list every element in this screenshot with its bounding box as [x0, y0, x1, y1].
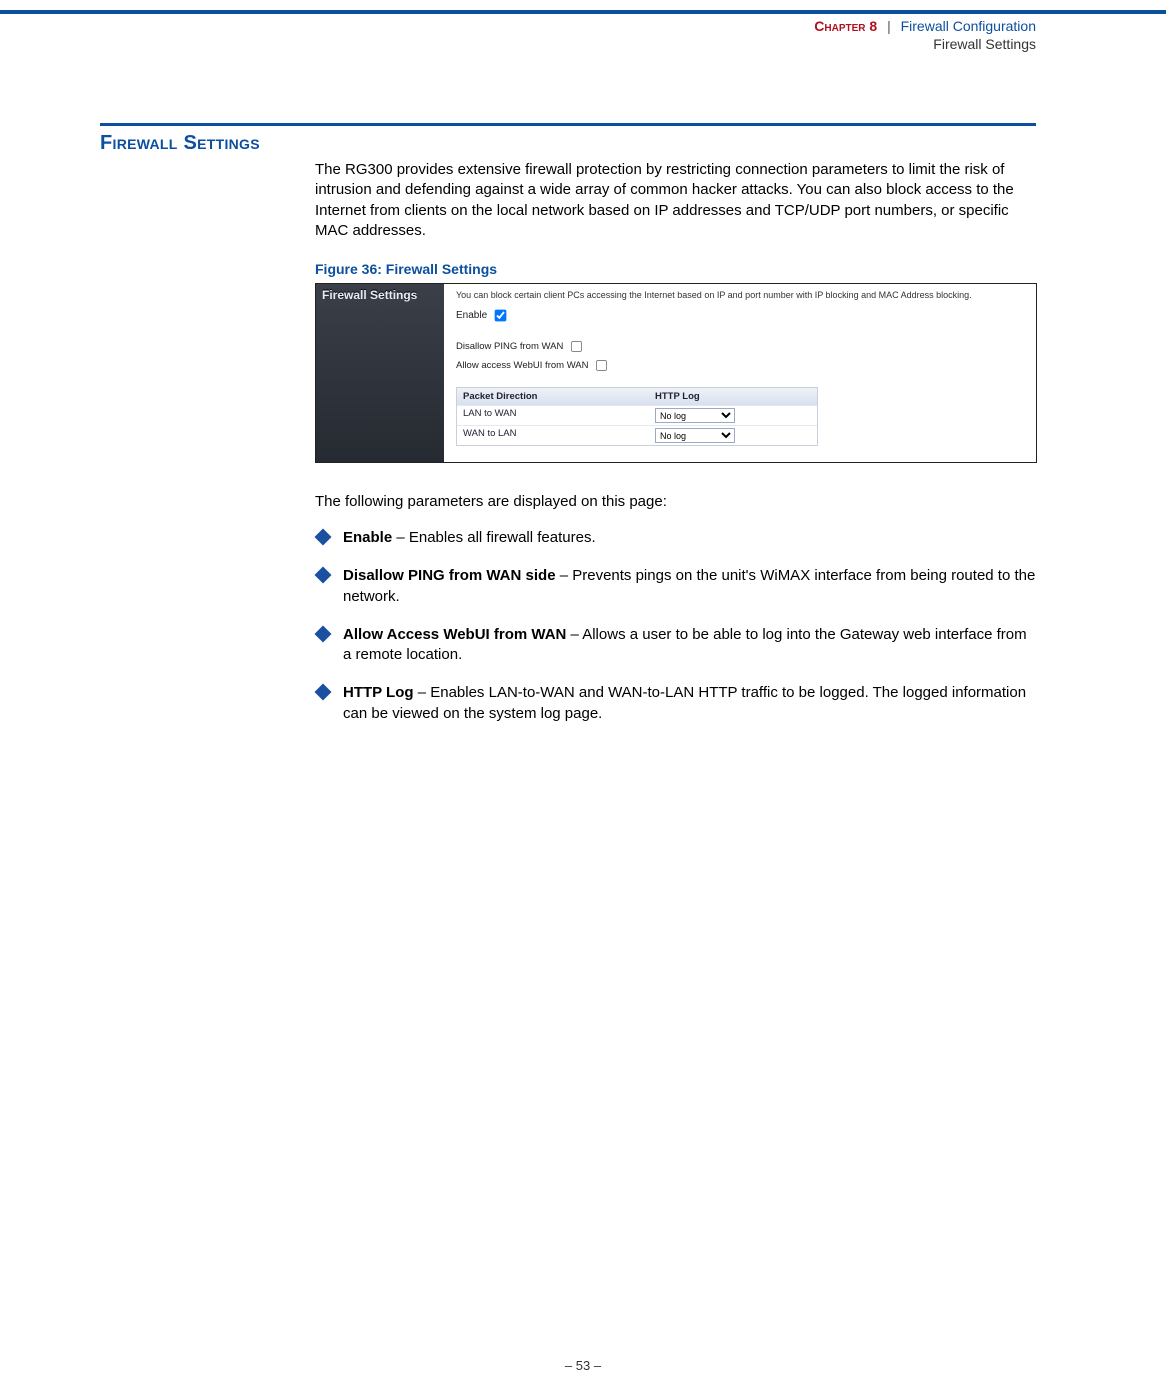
- figure-cell-dir-1: WAN to LAN: [457, 426, 649, 445]
- figure-opt1-row: Disallow PING from WAN: [456, 337, 1026, 356]
- figure-cell-val-0: No log: [649, 406, 817, 425]
- figure-opt2-label: Allow access WebUI from WAN: [456, 360, 589, 371]
- page-header: Chapter 8 | Firewall Configuration Firew…: [814, 18, 1036, 53]
- figure-enable-row: Enable: [456, 306, 1026, 325]
- list-item: Allow Access WebUI from WAN – Allows a u…: [315, 625, 1036, 666]
- section-rule: [100, 123, 1036, 126]
- params-list: Enable – Enables all firewall features. …: [315, 528, 1036, 724]
- figure-sidebar: Firewall Settings: [316, 284, 444, 462]
- param-label: Enable: [343, 529, 392, 546]
- figure-enable-checkbox[interactable]: [495, 310, 507, 322]
- param-desc: – Enables all firewall features.: [392, 529, 595, 546]
- chapter-label: Chapter 8: [814, 18, 877, 34]
- figure-cell-val-1: No log: [649, 426, 817, 445]
- chapter-line: Chapter 8 | Firewall Configuration: [814, 18, 1036, 36]
- list-item: HTTP Log – Enables LAN-to-WAN and WAN-to…: [315, 683, 1036, 724]
- diamond-bullet-icon: [315, 529, 332, 546]
- chapter-title: Firewall Configuration: [901, 18, 1036, 34]
- diamond-bullet-icon: [315, 625, 332, 642]
- params-intro: The following parameters are displayed o…: [315, 493, 1036, 510]
- figure-opt2-checkbox[interactable]: [596, 360, 607, 371]
- param-label: HTTP Log: [343, 684, 414, 701]
- figure-opt1-label: Disallow PING from WAN: [456, 341, 563, 352]
- header-subtitle: Firewall Settings: [814, 36, 1036, 54]
- content-column: The RG300 provides extensive firewall pr…: [315, 160, 1036, 742]
- figure-screenshot: Firewall Settings You can block certain …: [315, 283, 1037, 463]
- list-item: Disallow PING from WAN side – Prevents p…: [315, 566, 1036, 607]
- chapter-separator: |: [881, 18, 897, 34]
- figure-select-0[interactable]: No log: [655, 408, 735, 423]
- figure-caption: Figure 36: Firewall Settings: [315, 261, 1036, 277]
- figure-opt1-checkbox[interactable]: [571, 341, 582, 352]
- figure-description: You can block certain client PCs accessi…: [456, 290, 1026, 300]
- figure-table-row: LAN to WAN No log: [457, 405, 817, 425]
- figure-select-1[interactable]: No log: [655, 428, 735, 443]
- section-heading: Firewall Settings: [100, 132, 260, 155]
- figure-opt2-row: Allow access WebUI from WAN: [456, 356, 1026, 375]
- figure-table-header: Packet Direction HTTP Log: [457, 388, 817, 405]
- param-label: Disallow PING from WAN side: [343, 567, 556, 584]
- list-item: Enable – Enables all firewall features.: [315, 528, 1036, 548]
- figure-main-panel: You can block certain client PCs accessi…: [444, 284, 1036, 462]
- figure-table: Packet Direction HTTP Log LAN to WAN No …: [456, 387, 818, 446]
- diamond-bullet-icon: [315, 567, 332, 584]
- figure-cell-dir-0: LAN to WAN: [457, 406, 649, 425]
- figure-options: Disallow PING from WAN Allow access WebU…: [456, 337, 1026, 375]
- top-rule: [0, 10, 1166, 14]
- param-desc: – Enables LAN-to-WAN and WAN-to-LAN HTTP…: [343, 684, 1026, 721]
- figure-sidebar-label: Firewall Settings: [322, 288, 417, 302]
- figure-th-httplog: HTTP Log: [649, 388, 817, 405]
- diamond-bullet-icon: [315, 684, 332, 701]
- figure-enable-label: Enable: [456, 310, 487, 321]
- intro-paragraph: The RG300 provides extensive firewall pr…: [315, 160, 1036, 241]
- param-label: Allow Access WebUI from WAN: [343, 626, 566, 643]
- figure-th-direction: Packet Direction: [457, 388, 649, 405]
- page-footer: – 53 –: [0, 1358, 1166, 1373]
- page: Chapter 8 | Firewall Configuration Firew…: [0, 0, 1166, 1399]
- figure-table-row: WAN to LAN No log: [457, 425, 817, 445]
